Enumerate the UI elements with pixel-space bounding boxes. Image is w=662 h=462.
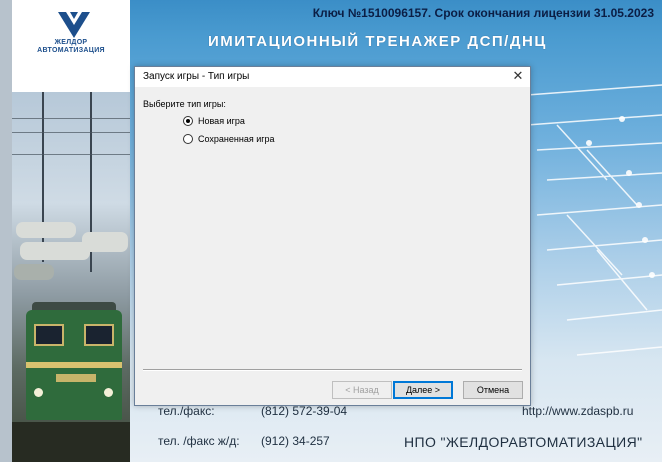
logo-line1: ЖЕЛДОР (54, 39, 88, 46)
company-logo: ЖЕЛДОР АВТОМАТИЗАЦИЯ (12, 0, 130, 92)
footer-phone: (812) 572-39-04 (261, 404, 348, 418)
close-icon[interactable]: ✕ (510, 68, 526, 84)
app-title: ИМИТАЦИОННЫЙ ТРЕНАЖЕР ДСП/ДНЦ (208, 33, 547, 50)
track-scheme-graphic (527, 84, 662, 356)
locomotive-photo (12, 92, 130, 462)
radio-new-game-label: Новая игра (198, 116, 245, 126)
radio-saved-game-label: Сохраненная игра (198, 134, 275, 144)
footer-website: http://www.zdaspb.ru (522, 404, 634, 418)
back-button[interactable]: < Назад (332, 381, 392, 399)
radio-saved-game[interactable]: Сохраненная игра (183, 133, 275, 145)
footer-company-name: НПО "ЖЕЛДОРАВТОМАТИЗАЦИЯ" (404, 434, 643, 450)
radio-button-checked[interactable] (183, 116, 193, 126)
game-type-prompt: Выберите тип игры: (143, 99, 226, 109)
cancel-button[interactable]: Отмена (463, 381, 523, 399)
button-separator (143, 369, 522, 371)
license-text: Ключ №1510096157. Срок окончания лицензи… (312, 6, 654, 20)
footer-rail-phone-label: тел. /факс ж/д: (158, 434, 240, 448)
next-button[interactable]: Далее > (393, 381, 453, 399)
radio-button-unchecked[interactable] (183, 134, 193, 144)
radio-new-game[interactable]: Новая игра (183, 115, 245, 127)
logo-line2: АВТОМАТИЗАЦИЯ (37, 47, 105, 54)
dialog-title: Запуск игры - Тип игры (143, 71, 250, 82)
footer-rail-phone: (912) 34-257 (261, 434, 330, 448)
footer-phone-label: тел./факс: (158, 404, 215, 418)
game-type-dialog: Запуск игры - Тип игры ✕ Выберите тип иг… (134, 66, 531, 406)
dialog-body: Выберите тип игры: Новая игра Сохраненна… (135, 87, 530, 405)
logo-icon (58, 12, 90, 38)
dialog-titlebar[interactable]: Запуск игры - Тип игры ✕ (135, 67, 530, 87)
window-edge (0, 0, 12, 462)
logo-text: ЖЕЛДОР АВТОМАТИЗАЦИЯ (18, 39, 124, 55)
